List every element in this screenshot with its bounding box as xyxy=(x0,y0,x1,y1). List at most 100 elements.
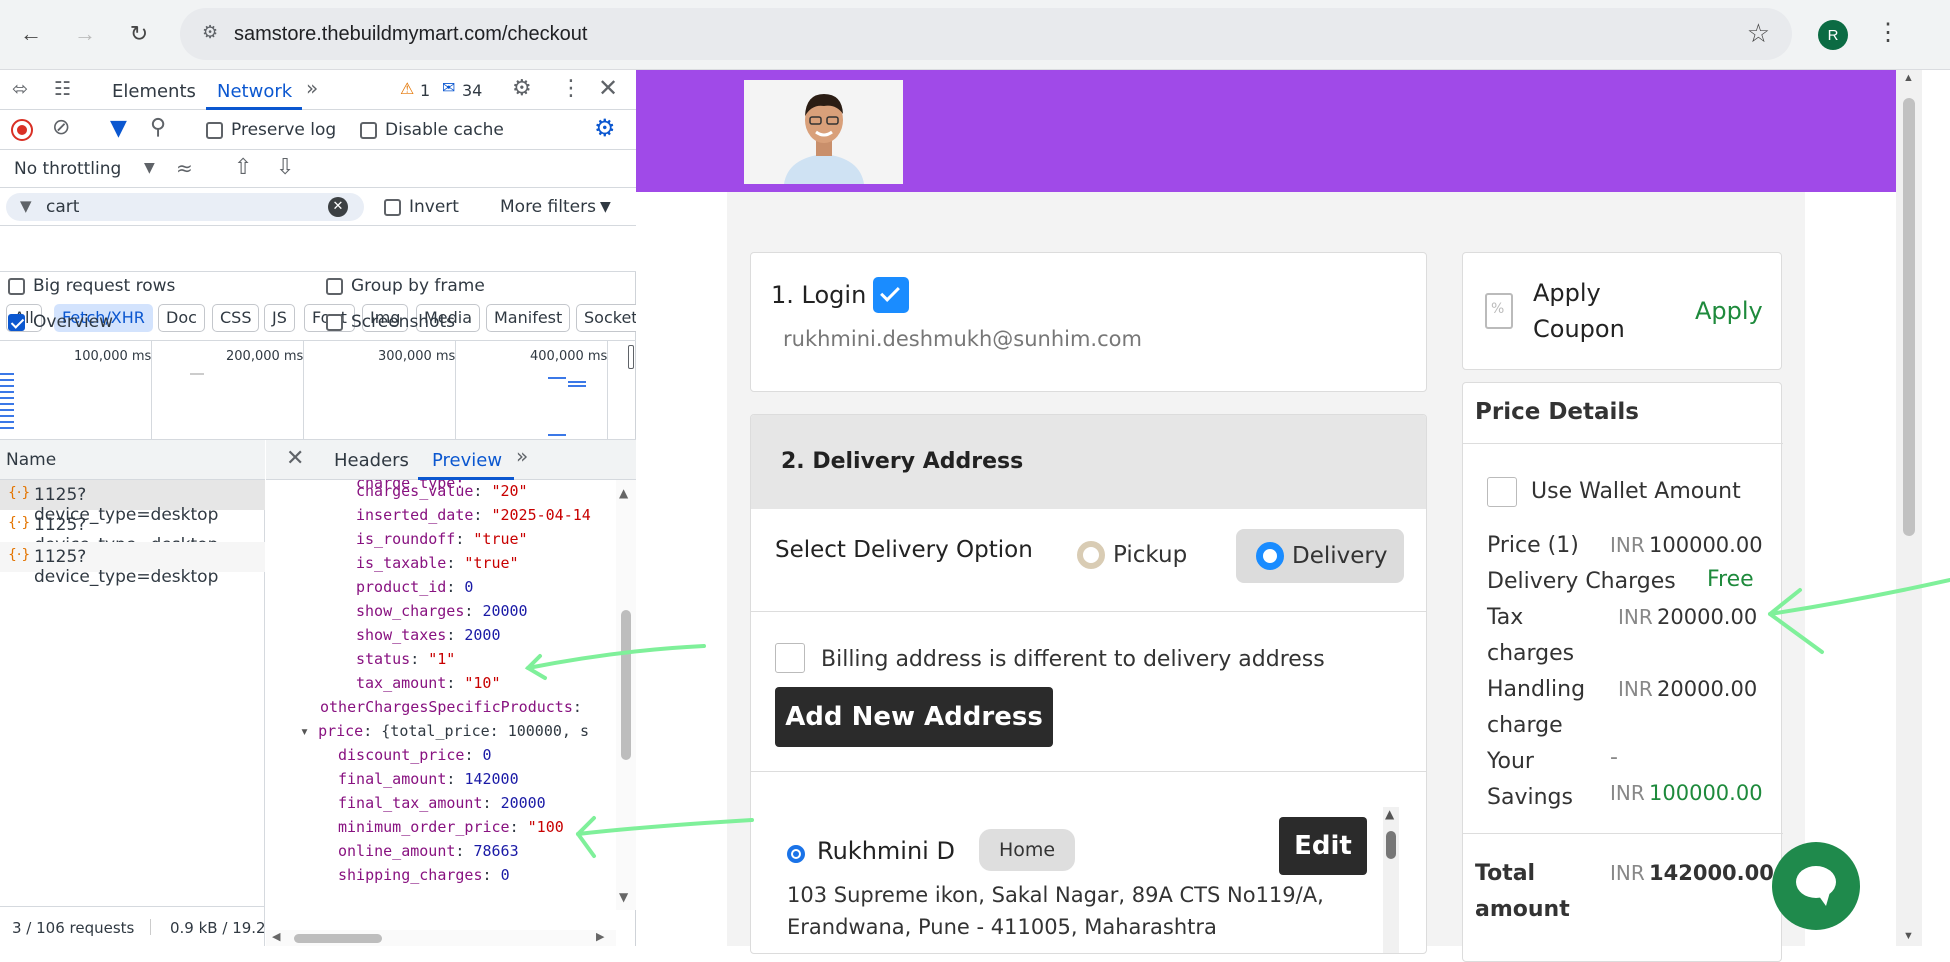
network-conditions-icon[interactable]: ≈ xyxy=(176,156,193,180)
json-preview-line[interactable]: show_charges: 20000 xyxy=(356,602,528,620)
name-column-header[interactable]: Name xyxy=(6,450,56,470)
close-detail-icon[interactable]: ✕ xyxy=(286,446,304,471)
chip-js[interactable]: JS xyxy=(264,304,295,332)
search-icon[interactable]: ⚲ xyxy=(150,115,166,140)
json-preview-line[interactable]: final_tax_amount: 20000 xyxy=(338,794,546,812)
address-scrollbar[interactable]: ▲ xyxy=(1383,807,1399,953)
address-radio[interactable] xyxy=(787,845,805,863)
disable-cache-checkbox[interactable]: Disable cache xyxy=(360,120,504,140)
json-preview-line[interactable]: shipping_charges: 0 xyxy=(338,866,510,884)
json-preview-line[interactable]: ▾ price: {total_price: 100000, s xyxy=(300,722,589,740)
filter-icon[interactable]: ▼ xyxy=(110,116,127,141)
json-preview-line[interactable]: otherChargesSpecificProducts: xyxy=(320,698,582,716)
request-count: 3 / 106 requests xyxy=(12,919,135,937)
profile-avatar[interactable]: R xyxy=(1818,20,1848,50)
inspect-element-icon[interactable]: ⬄ xyxy=(12,78,28,100)
browser-menu-icon[interactable]: ⋮ xyxy=(1876,18,1900,47)
settings-gear-icon[interactable]: ⚙ xyxy=(512,76,532,101)
more-filters-dropdown[interactable]: More filters xyxy=(500,197,596,217)
request-row[interactable]: {·} 1125?device_type=desktop xyxy=(0,480,265,525)
network-overview-timeline[interactable]: 100,000 ms 200,000 ms 300,000 ms 400,000… xyxy=(0,340,636,440)
use-wallet-checkbox[interactable] xyxy=(1487,477,1517,507)
json-preview-line[interactable]: inserted_date: "2025-04-14 xyxy=(356,506,591,524)
more-tabs-icon[interactable]: » xyxy=(306,76,318,100)
request-row[interactable]: {·} 1125?device_type=desktop xyxy=(0,542,265,587)
tab-preview[interactable]: Preview xyxy=(432,450,502,471)
chip-socket[interactable]: Socket xyxy=(576,304,645,332)
group-by-frame-checkbox[interactable]: Group by frame xyxy=(326,276,485,296)
add-new-address-button[interactable]: Add New Address xyxy=(775,687,1053,747)
more-detail-tabs-icon[interactable]: » xyxy=(516,444,528,468)
preview-vscrollbar[interactable]: ▲ ▼ xyxy=(616,480,636,910)
json-preview-line[interactable]: charges_value: "20" xyxy=(356,482,528,500)
filter-input[interactable]: ▼ cart ✕ xyxy=(6,193,364,221)
json-preview-line[interactable]: is_roundoff: "true" xyxy=(356,530,528,548)
timeline-handle[interactable] xyxy=(628,345,634,369)
close-devtools-icon[interactable]: ✕ xyxy=(598,74,618,102)
json-preview-line[interactable]: show_taxes: 2000 xyxy=(356,626,501,644)
delivery-option[interactable]: Delivery xyxy=(1236,529,1404,583)
billing-different-checkbox[interactable] xyxy=(775,643,805,673)
chip-manifest[interactable]: Manifest xyxy=(486,304,571,332)
throttling-dropdown-icon[interactable]: ▼ xyxy=(144,160,155,176)
page-scrollbar[interactable]: ▲ ▼ xyxy=(1896,70,1922,946)
json-preview-line[interactable]: tax_amount: "10" xyxy=(356,674,501,692)
json-preview-line[interactable]: final_amount: 142000 xyxy=(338,770,519,788)
timeline-tick: 200,000 ms xyxy=(226,349,304,364)
invert-checkbox[interactable]: Invert xyxy=(384,197,459,217)
tax-label: Tax xyxy=(1487,605,1524,630)
edit-address-button[interactable]: Edit xyxy=(1279,817,1367,875)
warning-count[interactable]: 1 xyxy=(420,81,430,100)
preview-hscroll-thumb[interactable] xyxy=(294,934,382,943)
clear-icon[interactable]: ⊘ xyxy=(52,115,70,140)
forward-icon[interactable]: → xyxy=(68,17,102,51)
price-currency: INR xyxy=(1610,533,1645,557)
json-preview-line[interactable]: is_taxable: "true" xyxy=(356,554,519,572)
network-settings-icon[interactable]: ⚙ xyxy=(594,114,616,142)
page-scroll-thumb[interactable] xyxy=(1903,98,1915,536)
preview-scroll-thumb[interactable] xyxy=(621,610,631,760)
chip-doc[interactable]: Doc xyxy=(158,304,205,332)
json-preview-line[interactable]: status: "1" xyxy=(356,650,455,668)
json-preview-line[interactable]: online_amount: 78663 xyxy=(338,842,519,860)
reload-icon[interactable]: ↻ xyxy=(122,17,156,51)
export-har-icon[interactable]: ⇩ xyxy=(276,155,294,180)
site-info-icon[interactable]: ⚙ xyxy=(202,22,218,43)
tab-headers[interactable]: Headers xyxy=(334,450,409,471)
address-bar[interactable]: ⚙ samstore.thebuildmymart.com/checkout ☆ xyxy=(180,8,1792,60)
record-stop-icon[interactable] xyxy=(11,119,33,141)
bookmark-star-icon[interactable]: ☆ xyxy=(1747,18,1770,49)
json-preview-line[interactable]: minimum_order_price: "100 xyxy=(338,818,564,836)
json-preview-tree[interactable]: charges_value: "20" inserted_date: "2025-… xyxy=(266,482,614,902)
expand-triangle-icon[interactable]: ▾ xyxy=(300,722,318,740)
screenshots-checkbox[interactable]: Screenshots xyxy=(326,312,455,332)
preview-hscrollbar[interactable]: ◀ ▶ xyxy=(266,930,616,946)
more-filters-chevron-icon[interactable]: ▼ xyxy=(600,199,611,215)
pickup-option[interactable]: Pickup xyxy=(1077,541,1187,569)
request-row[interactable]: {·} 1125?device_type=desktop xyxy=(0,510,265,555)
overview-checkbox[interactable]: Overview xyxy=(8,312,113,332)
device-toolbar-icon[interactable]: ☷ xyxy=(54,78,71,100)
apply-coupon-button[interactable]: Apply xyxy=(1695,297,1763,325)
preserve-log-checkbox[interactable]: Preserve log xyxy=(206,120,336,140)
throttling-row: No throttling ▼ ≈ ⇧ ⇩ xyxy=(0,150,636,188)
devtools-menu-icon[interactable]: ⋮ xyxy=(560,76,582,101)
message-count[interactable]: 34 xyxy=(462,81,482,100)
pickup-radio[interactable] xyxy=(1077,541,1105,569)
import-har-icon[interactable]: ⇧ xyxy=(234,155,252,180)
json-key: final_tax_amount xyxy=(338,794,483,812)
message-icon[interactable]: ✉ xyxy=(442,78,455,97)
warning-icon[interactable]: ⚠ xyxy=(400,79,414,98)
throttling-select[interactable]: No throttling xyxy=(14,159,121,179)
big-request-rows-checkbox[interactable]: Big request rows xyxy=(8,276,175,296)
handling-currency: INR xyxy=(1618,677,1653,701)
chip-css[interactable]: CSS xyxy=(212,304,260,332)
json-preview-line[interactable]: product_id: 0 xyxy=(356,578,473,596)
tab-network[interactable]: Network xyxy=(217,81,292,102)
delivery-radio[interactable] xyxy=(1256,542,1284,570)
chat-button[interactable] xyxy=(1772,842,1860,930)
back-icon[interactable]: ← xyxy=(14,17,48,51)
json-preview-line[interactable]: discount_price: 0 xyxy=(338,746,492,764)
clear-filter-icon[interactable]: ✕ xyxy=(328,197,348,217)
tab-elements[interactable]: Elements xyxy=(112,81,196,102)
